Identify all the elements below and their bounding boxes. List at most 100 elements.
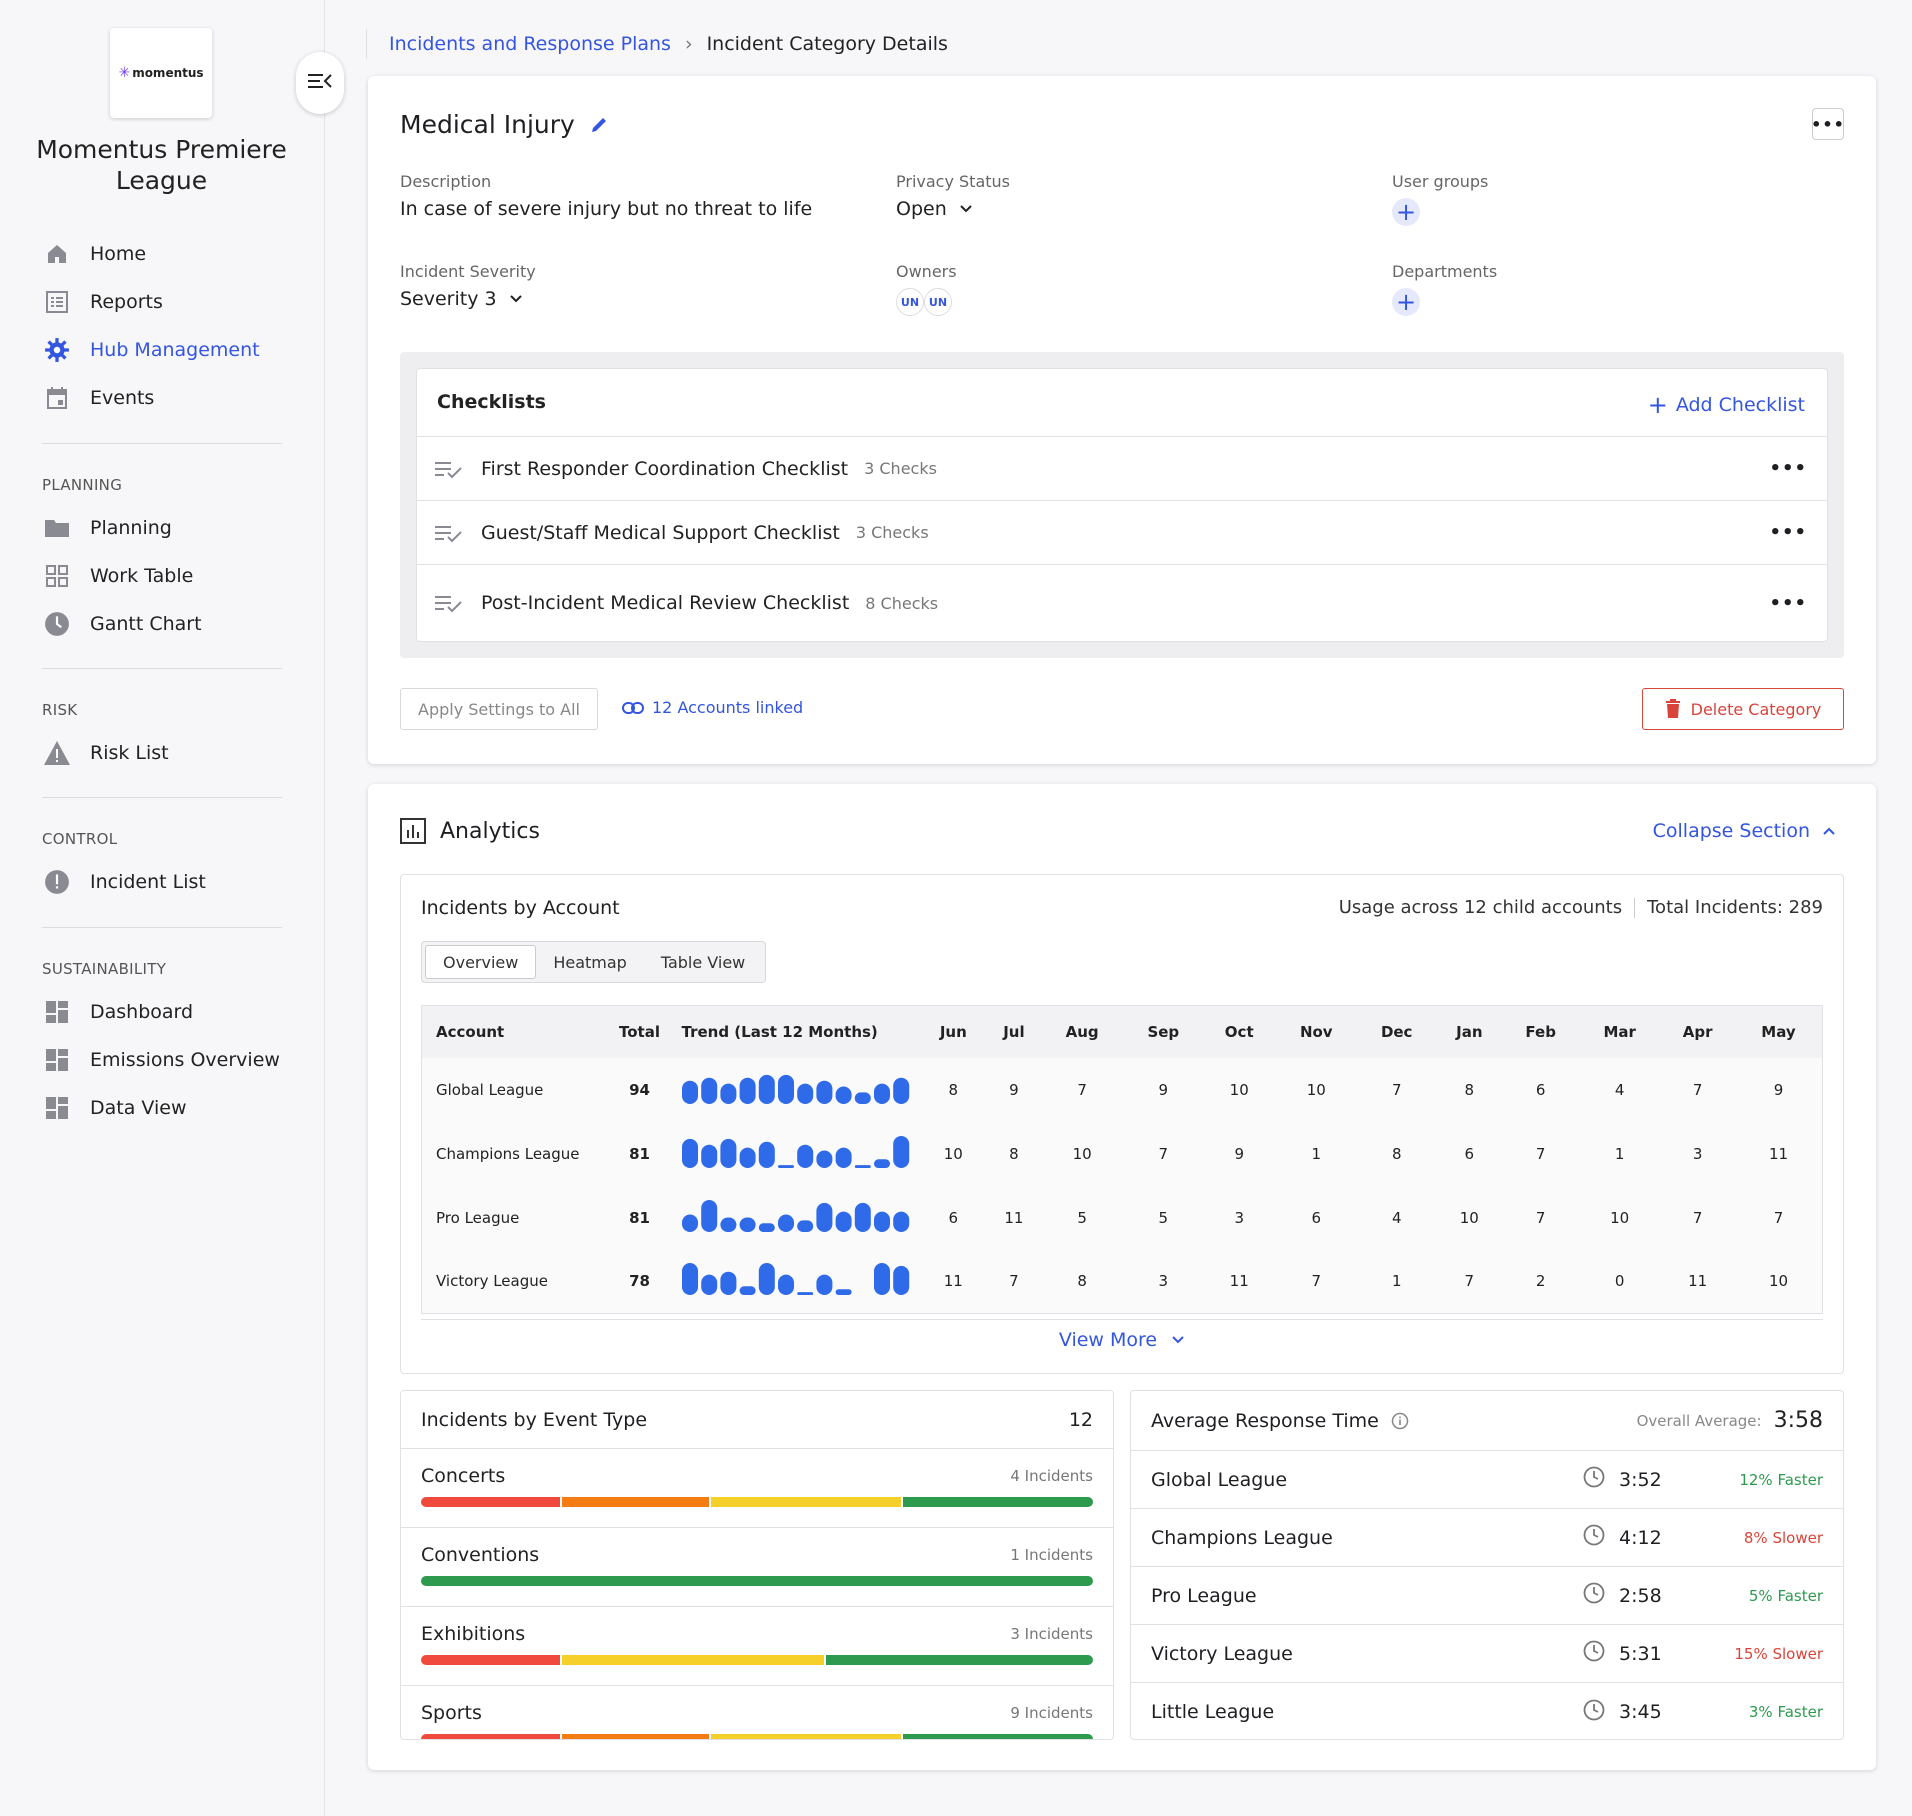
nav-hub-management[interactable]: Hub Management	[42, 330, 260, 370]
table-row[interactable]: Pro League 81 6 11 5 5 3 6 4 10 7 10 7 7	[422, 1186, 1823, 1250]
nav-reports[interactable]: Reports	[42, 282, 163, 322]
response-time-row[interactable]: Little League 3:45 3% Faster	[1131, 1683, 1843, 1741]
table-row[interactable]: Victory League 78 11 7 8 3 11 7 1 7 2 0 11 10	[422, 1250, 1823, 1314]
info-icon[interactable]	[1391, 1412, 1409, 1430]
user-groups-label: User groups	[1392, 172, 1489, 191]
collapse-sidebar-button[interactable]	[296, 52, 344, 114]
severity-segment	[421, 1576, 1093, 1586]
alert-circle-icon	[42, 867, 72, 897]
response-time-value: 2:58	[1619, 1584, 1662, 1607]
month-value: 7	[1692, 1208, 1703, 1227]
accounts-linked-link[interactable]: 12 Accounts linked	[622, 698, 803, 717]
view-more-button[interactable]: View More	[421, 1319, 1823, 1359]
category-title: Medical Injury	[400, 110, 575, 139]
row-more-button[interactable]: •••	[1769, 458, 1807, 479]
event-type-title: Incidents by Event Type	[421, 1408, 648, 1431]
grid-icon	[42, 561, 72, 591]
event-type-row[interactable]: Concerts 4 Incidents	[401, 1449, 1113, 1528]
collapse-section-button[interactable]: Collapse Section	[1653, 820, 1836, 842]
nav-events[interactable]: Events	[42, 378, 154, 418]
checklist-row[interactable]: Post-Incident Medical Review Checklist 8…	[417, 565, 1827, 641]
nav-data-view[interactable]: Data View	[42, 1088, 187, 1128]
delete-category-button[interactable]: Delete Category	[1642, 688, 1844, 730]
severity-segment	[421, 1734, 560, 1739]
col-month: Jul	[987, 1005, 1041, 1058]
chevron-down-icon	[959, 204, 973, 214]
nav-gantt-chart[interactable]: Gantt Chart	[42, 604, 202, 644]
month-value: 7	[1158, 1144, 1169, 1163]
add-user-group-button[interactable]: +	[1392, 198, 1420, 226]
checklist-row[interactable]: Guest/Staff Medical Support Checklist 3 …	[417, 501, 1827, 565]
owner-avatar[interactable]: UN	[896, 288, 924, 316]
col-trend: Trend (Last 12 Months)	[667, 1005, 920, 1058]
tab-overview[interactable]: Overview	[425, 945, 537, 979]
privacy-label: Privacy Status	[896, 172, 1010, 191]
add-department-button[interactable]: +	[1392, 288, 1420, 316]
average-response-time-panel: Average Response Time Overall Average: 3…	[1130, 1390, 1844, 1740]
checklist-count: 3 Checks	[855, 523, 929, 542]
trend-bar	[873, 1263, 890, 1296]
league-name: Victory League	[1151, 1642, 1293, 1665]
row-more-button[interactable]: •••	[1769, 522, 1807, 543]
event-type-row[interactable]: Exhibitions 3 Incidents	[401, 1607, 1113, 1686]
table-row[interactable]: Global League 94 8 9 7 9 10 10 7 8 6 4 7 9	[422, 1058, 1823, 1122]
owner-avatar[interactable]: UN	[924, 288, 952, 316]
checklist-count: 8 Checks	[865, 593, 939, 613]
month-value: 11	[1229, 1272, 1249, 1291]
response-time-row[interactable]: Champions League 4:12 8% Slower	[1131, 1509, 1843, 1567]
add-checklist-button[interactable]: + Add Checklist	[1648, 391, 1805, 419]
more-options-button[interactable]: •••	[1811, 108, 1844, 140]
col-month: Jun	[919, 1005, 988, 1058]
month-value: 7	[1535, 1144, 1546, 1163]
month-value: 7	[1077, 1080, 1087, 1099]
trend-sparkline	[681, 1263, 909, 1296]
chevron-down-icon	[509, 294, 523, 304]
response-time-row[interactable]: Pro League 2:58 5% Faster	[1131, 1567, 1843, 1625]
response-time-row[interactable]: Global League 3:52 12% Faster	[1131, 1451, 1843, 1509]
edit-pencil-icon[interactable]	[589, 115, 609, 135]
event-type-row[interactable]: Conventions 1 Incidents	[401, 1528, 1113, 1607]
severity-segment	[903, 1497, 1093, 1507]
month-value: 9	[1009, 1080, 1019, 1099]
trend-bar	[815, 1274, 832, 1296]
event-type-row[interactable]: Sports 9 Incidents	[401, 1686, 1113, 1739]
breadcrumb-current: Incident Category Details	[706, 33, 948, 55]
trend-bar	[739, 1147, 756, 1168]
nav-work-table[interactable]: Work Table	[42, 556, 193, 596]
trend-sparkline	[681, 1135, 909, 1168]
checklist-row[interactable]: First Responder Coordination Checklist 3…	[417, 437, 1827, 501]
link-icon	[622, 701, 644, 715]
nav-dashboard[interactable]: Dashboard	[42, 992, 193, 1032]
response-time-value: 3:45	[1619, 1701, 1662, 1723]
response-time-row[interactable]: Victory League 5:31 15% Slower	[1131, 1625, 1843, 1683]
row-more-button[interactable]: •••	[1769, 593, 1807, 614]
reports-icon	[42, 287, 72, 317]
apply-settings-button[interactable]: Apply Settings to All	[400, 688, 598, 730]
severity-dropdown[interactable]: Severity 3	[400, 288, 523, 310]
trend-sparkline-cell	[668, 1186, 920, 1250]
nav-planning[interactable]: Planning	[42, 508, 172, 548]
trend-bar	[796, 1083, 813, 1104]
chevron-down-icon	[1171, 1335, 1185, 1345]
nav-incident-list[interactable]: Incident List	[42, 862, 206, 902]
trend-sparkline	[681, 1199, 909, 1232]
total-incidents: Total Incidents: 289	[1647, 897, 1823, 918]
trend-bar	[758, 1222, 775, 1232]
table-header-row: Account Total Trend (Last 12 Months) Jun…	[421, 1005, 1823, 1058]
warning-icon	[42, 738, 72, 768]
tab-table-view[interactable]: Table View	[644, 945, 762, 979]
account-total: 81	[629, 1144, 650, 1163]
nav-risk-list[interactable]: Risk List	[42, 733, 169, 773]
trend-bar	[719, 1138, 736, 1168]
tab-heatmap[interactable]: Heatmap	[536, 945, 644, 979]
gear-icon	[42, 335, 72, 365]
trend-bar	[719, 1083, 736, 1104]
month-value: 11	[1688, 1272, 1708, 1291]
privacy-dropdown[interactable]: Open	[896, 198, 973, 220]
month-value: 8	[948, 1080, 959, 1099]
breadcrumb-parent-link[interactable]: Incidents and Response Plans	[389, 33, 671, 55]
nav-emissions-overview[interactable]: Emissions Overview	[42, 1040, 280, 1080]
view-tabs: Overview Heatmap Table View	[421, 941, 767, 983]
nav-home[interactable]: Home	[42, 234, 146, 274]
table-row[interactable]: Champions League 81 10 8 10 7 9 1 8 6 7 1 3 11	[422, 1122, 1823, 1186]
